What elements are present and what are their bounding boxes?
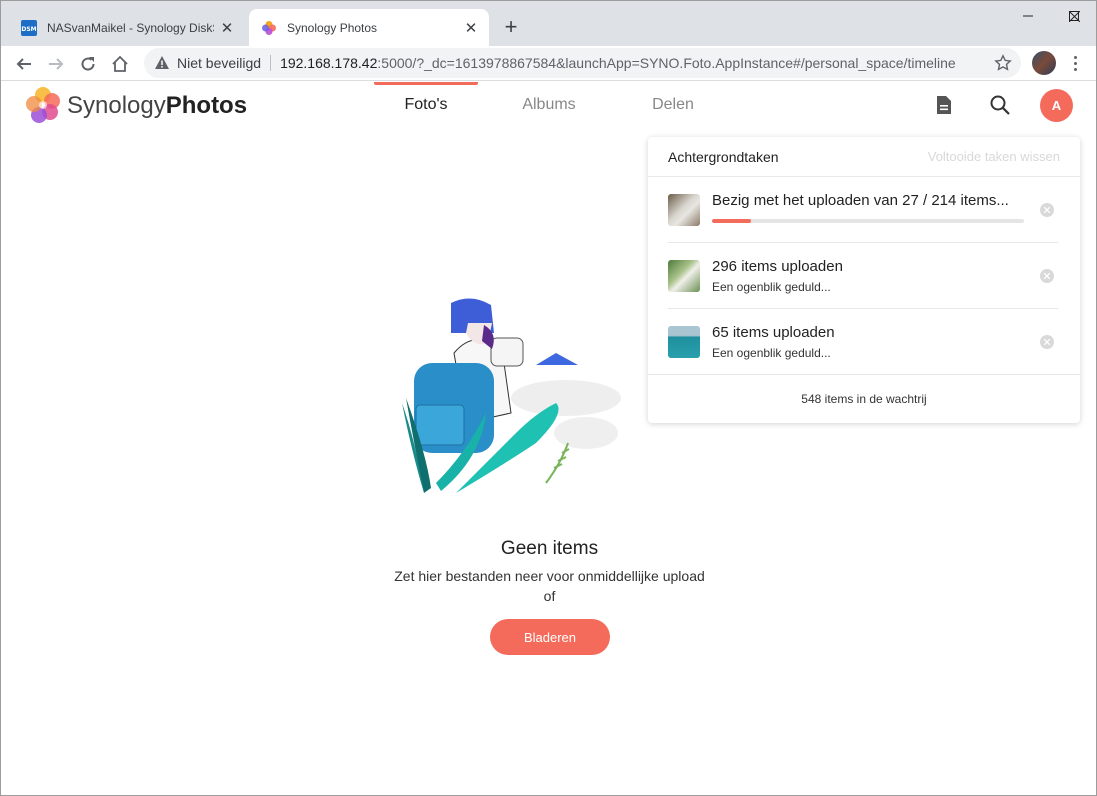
empty-state-subtitle: Zet hier bestanden neer voor onmiddellij…	[394, 568, 705, 584]
tab-strip: DSM NASvanMaikel - Synology DiskSt ✕ Syn…	[1, 1, 1096, 46]
close-tab-icon[interactable]: ✕	[218, 19, 236, 37]
photos-favicon-icon	[262, 20, 276, 35]
back-icon[interactable]	[10, 50, 38, 78]
cancel-task-icon[interactable]	[1040, 203, 1054, 217]
upload-progress-bar	[712, 219, 1024, 223]
tab-diskstation[interactable]: DSM NASvanMaikel - Synology DiskSt ✕	[9, 9, 245, 46]
task-title: 65 items uploaden	[712, 324, 835, 341]
close-window-icon[interactable]	[1051, 1, 1096, 31]
synology-photos-app: SynologyPhotos Foto's Albums Delen A Gee…	[1, 82, 1096, 795]
task-subtitle: Een ogenblik geduld...	[712, 280, 831, 294]
nav-tab-sharing[interactable]: Delen	[625, 82, 721, 128]
task-item: 65 items uploaden Een ogenblik geduld...	[648, 309, 1080, 375]
background-tasks-icon[interactable]	[932, 93, 956, 117]
profile-avatar[interactable]	[1032, 51, 1056, 75]
nav-tab-albums[interactable]: Albums	[501, 82, 597, 128]
synology-photos-logo-icon	[26, 87, 60, 123]
task-item: 296 items uploaden Een ogenblik geduld..…	[668, 243, 1058, 309]
nav-tab-photos[interactable]: Foto's	[374, 82, 478, 128]
dsm-favicon-icon: DSM	[21, 19, 37, 36]
cancel-task-icon[interactable]	[1040, 335, 1054, 349]
new-tab-icon[interactable]: +	[499, 14, 523, 39]
task-title: Bezig met het uploaden van 27 / 214 item…	[712, 192, 1009, 209]
browser-toolbar: Niet beveiligd 192.168.178.42:5000/?_dc=…	[1, 46, 1096, 81]
security-label[interactable]: Niet beveiligd	[177, 55, 261, 71]
reload-icon[interactable]	[74, 50, 102, 78]
tab-synology-photos[interactable]: Synology Photos ✕	[249, 9, 489, 46]
panel-header: Achtergrondtaken Voltooide taken wissen	[648, 137, 1080, 177]
browser-window: DSM NASvanMaikel - Synology DiskSt ✕ Syn…	[0, 0, 1097, 796]
url-host: 192.168.178.42	[280, 55, 378, 71]
url-path: :5000/?_dc=1613978867584&launchApp=SYNO.…	[377, 55, 956, 71]
omnibox-divider	[270, 55, 272, 71]
panel-title: Achtergrondtaken	[668, 149, 779, 165]
empty-state-title: Geen items	[500, 538, 599, 559]
upload-progress-fill	[712, 219, 752, 223]
empty-state-illustration	[402, 298, 621, 493]
warning-icon[interactable]	[154, 55, 170, 71]
empty-state-or: of	[543, 588, 556, 604]
close-tab-icon[interactable]: ✕	[462, 19, 480, 37]
address-bar[interactable]: Niet beveiligd 192.168.178.42:5000/?_dc=…	[144, 48, 1021, 78]
clear-completed-tasks-button[interactable]: Voltooide taken wissen	[928, 149, 1060, 164]
browse-button[interactable]: Bladeren	[490, 619, 610, 655]
search-icon[interactable]	[988, 93, 1012, 117]
task-thumbnail	[668, 194, 700, 226]
task-thumbnail	[668, 326, 700, 358]
tab-title: Synology Photos	[287, 20, 378, 35]
background-tasks-panel: Achtergrondtaken Voltooide taken wissen …	[648, 137, 1080, 423]
task-thumbnail	[668, 260, 700, 292]
svg-text:DSM: DSM	[21, 26, 36, 33]
tab-title: NASvanMaikel - Synology DiskSt	[47, 20, 214, 35]
home-icon[interactable]	[106, 50, 134, 78]
forward-icon[interactable]	[42, 50, 70, 78]
bookmark-star-icon[interactable]	[994, 54, 1012, 72]
minimize-icon[interactable]	[1005, 1, 1051, 31]
cancel-task-icon[interactable]	[1040, 269, 1054, 283]
app-brand: SynologyPhotos	[67, 92, 248, 119]
user-avatar[interactable]: A	[1040, 89, 1073, 122]
browser-menu-icon[interactable]	[1067, 53, 1083, 73]
queue-status: 548 items in de wachtrij	[801, 392, 927, 406]
task-item: Bezig met het uploaden van 27 / 214 item…	[668, 177, 1058, 243]
task-subtitle: Een ogenblik geduld...	[712, 346, 831, 360]
task-title: 296 items uploaden	[712, 258, 843, 275]
